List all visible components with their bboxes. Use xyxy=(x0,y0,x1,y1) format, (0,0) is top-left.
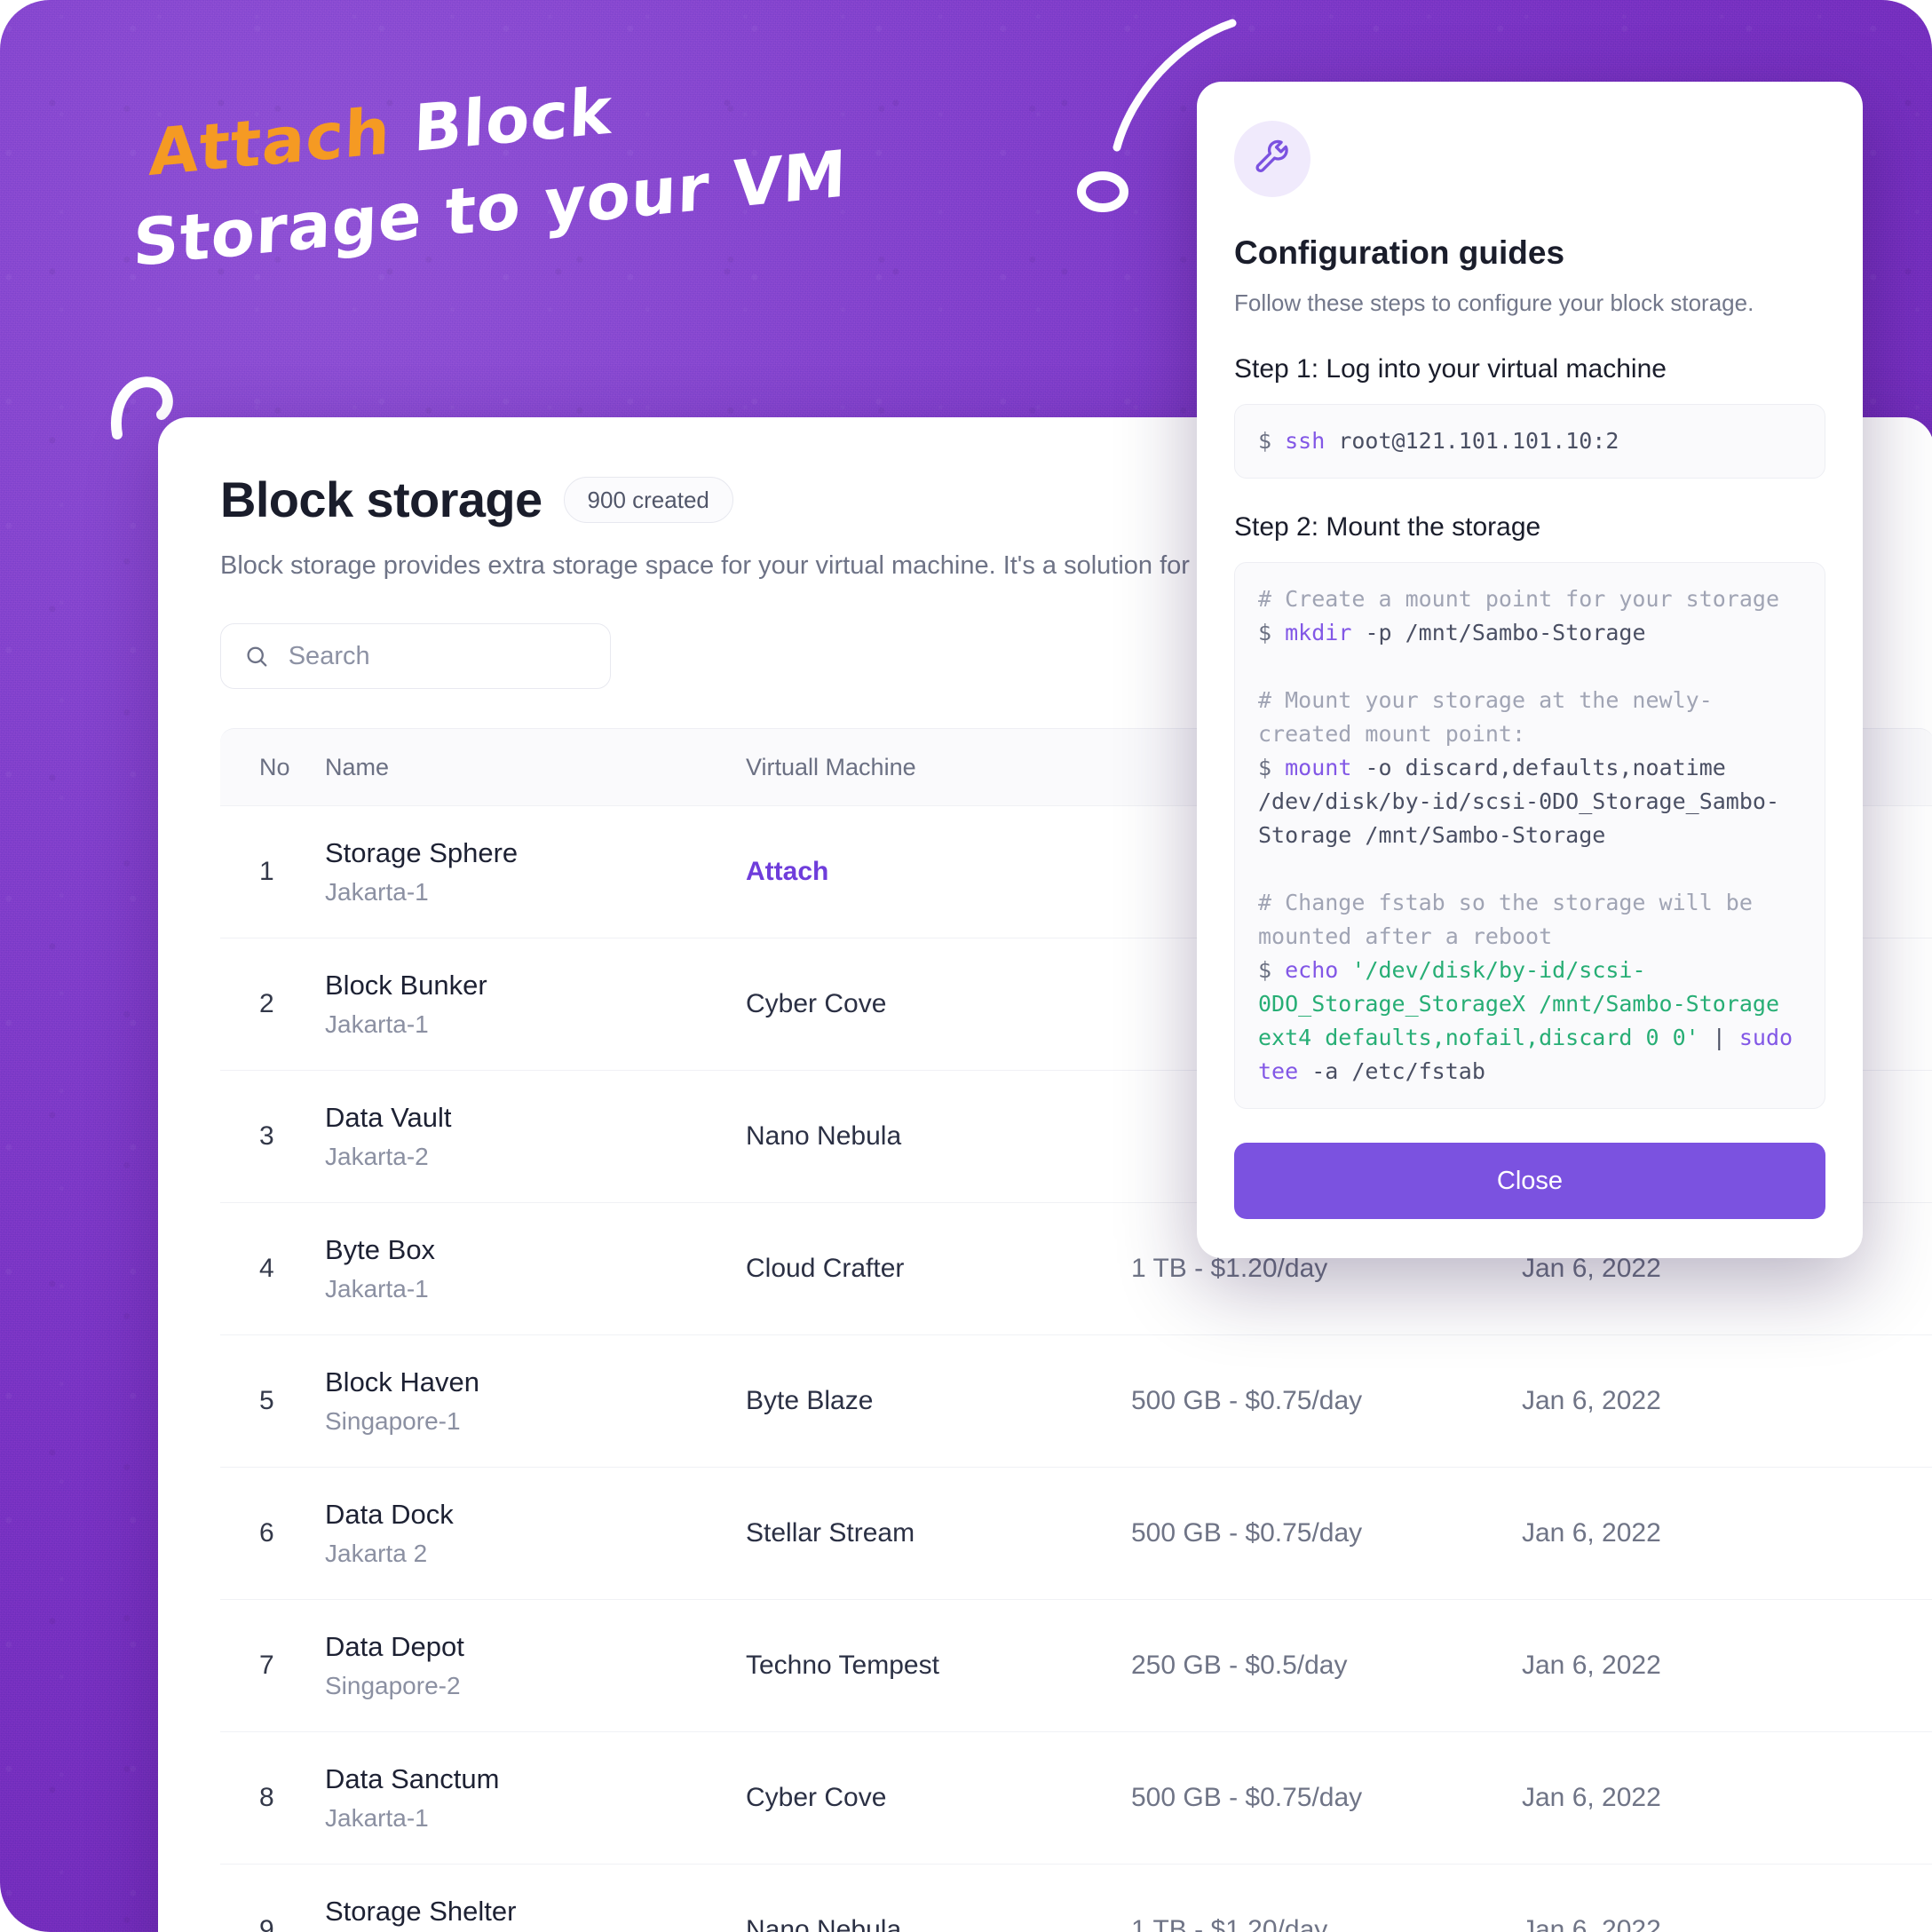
storage-name: Data Depot xyxy=(325,1631,464,1662)
storage-location: Jakarta-1 xyxy=(325,878,429,906)
cell-row-number: 7 xyxy=(259,1651,274,1680)
code-prompt-4: $ xyxy=(1258,755,1272,780)
search-icon xyxy=(247,646,267,667)
storage-location: Jakarta 2 xyxy=(325,1540,428,1567)
storage-name: Block Haven xyxy=(325,1366,480,1398)
cell-size-price: 500 GB - $0.75/day xyxy=(1131,1783,1363,1812)
cell-name: Data Vault Jakarta-2 xyxy=(325,1102,746,1171)
storage-name: Data Vault xyxy=(325,1102,452,1133)
cell-name: Data Dock Jakarta 2 xyxy=(325,1499,746,1568)
cell-size-price: 250 GB - $0.5/day xyxy=(1131,1651,1348,1680)
column-header-no: No xyxy=(259,753,290,780)
cell-name: Storage ShelterJakarta-2 xyxy=(325,1896,746,1932)
column-header-name: Name xyxy=(325,753,390,780)
code-args-ssh: root@121.101.101.10:2 xyxy=(1325,428,1619,454)
cell-row-number: 6 xyxy=(259,1518,274,1548)
code-command-ssh: ssh xyxy=(1285,428,1326,454)
cell-virtual-machine: Cyber Cove xyxy=(746,989,887,1018)
cell-virtual-machine: Cyber Cove xyxy=(746,1783,887,1812)
cell-created-date: Jan 6, 2022 xyxy=(1522,1254,1661,1283)
step-2-code-block[interactable]: # Create a mount point for your storage … xyxy=(1234,562,1825,1109)
cell-row-number: 4 xyxy=(259,1254,274,1283)
code-command-echo: echo xyxy=(1285,957,1339,983)
search-box[interactable] xyxy=(220,623,611,689)
cell-virtual-machine: Cloud Crafter xyxy=(746,1254,905,1283)
storage-location: Singapore-2 xyxy=(325,1672,461,1699)
code-comment-1: # Create a mount point for your storage xyxy=(1258,586,1779,612)
code-comment-3: # Change fstab so the storage will be mo… xyxy=(1258,890,1766,949)
code-prompt-6: $ xyxy=(1258,957,1272,983)
cell-size-price: 500 GB - $0.75/day xyxy=(1131,1518,1363,1548)
cell-name: Byte Box Jakarta-1 xyxy=(325,1234,746,1303)
cell-name: Block Haven Singapore-1 xyxy=(325,1366,746,1436)
created-count-badge: 900 created xyxy=(563,476,733,523)
step-1-code-block[interactable]: $ ssh root@121.101.101.10:2 xyxy=(1234,404,1825,479)
cell-virtual-machine: Stellar Stream xyxy=(746,1518,915,1548)
cell-row-number: 9 xyxy=(259,1915,274,1932)
cell-created-date: Jan 6, 2022 xyxy=(1522,1386,1661,1415)
code-command-mkdir: mkdir xyxy=(1285,620,1352,645)
cell-row-number: 1 xyxy=(259,857,274,886)
cell-virtual-machine: Byte Blaze xyxy=(746,1386,874,1415)
cell-size-price: 1 TB - $1.20/day xyxy=(1131,1254,1328,1283)
cell-virtual-machine: Nano Nebula xyxy=(746,1121,902,1151)
step-1-label: Step 1: Log into your virtual machine xyxy=(1234,354,1667,384)
storage-location: Jakarta-1 xyxy=(325,1010,429,1038)
cell-virtual-machine: Techno Tempest xyxy=(746,1651,939,1680)
table-row[interactable]: 5 Block Haven Singapore-1 Byte Blaze 500 GB … xyxy=(220,1334,1932,1467)
storage-location: Singapore-1 xyxy=(325,1407,461,1435)
cell-name: Storage Sphere Jakarta-1 xyxy=(325,837,746,907)
attach-link[interactable]: Attach xyxy=(746,857,1131,887)
table-row[interactable]: 9 Storage ShelterJakarta-2Nano Nebula 1 TB… xyxy=(220,1864,1932,1932)
cell-created-date: Jan 6, 2022 xyxy=(1522,1783,1661,1812)
storage-name: Data Dock xyxy=(325,1499,454,1530)
column-header-virtual-machine: Virtuall Machine xyxy=(746,753,916,780)
code-pipe: | xyxy=(1698,1025,1739,1050)
code-args-tee: -a /etc/fstab xyxy=(1298,1058,1485,1084)
storage-location: Jakarta-2 xyxy=(325,1143,429,1170)
storage-name: Data Sanctum xyxy=(325,1763,500,1794)
wrench-badge xyxy=(1234,121,1310,197)
table-row[interactable]: 7 Data Depot Singapore-2 Techno Tempest 250 … xyxy=(220,1599,1932,1731)
cell-created-date: Jan 6, 2022 xyxy=(1522,1915,1661,1932)
cell-name: Block Bunker Jakarta-1 xyxy=(325,970,746,1039)
wrench-icon xyxy=(1255,139,1288,173)
code-comment-2: # Mount your storage at the newly-create… xyxy=(1258,687,1713,747)
storage-location: Jakarta-1 xyxy=(325,1275,429,1303)
cell-size-price: 1 TB - $1.20/day xyxy=(1131,1915,1328,1932)
cell-row-number: 2 xyxy=(259,989,274,1018)
step-2-label: Step 2: Mount the storage xyxy=(1234,512,1541,542)
storage-name: Byte Box xyxy=(325,1234,436,1265)
storage-location: Jakarta-1 xyxy=(325,1804,429,1832)
screenshot-root: Attach Block Storage to your VM Block st… xyxy=(0,0,1932,1932)
storage-name: Block Bunker xyxy=(325,970,487,1001)
code-command-mount: mount xyxy=(1285,755,1352,780)
search-input[interactable] xyxy=(286,640,587,672)
cell-created-date: Jan 6, 2022 xyxy=(1522,1651,1661,1680)
cell-name: Data Depot Singapore-2 xyxy=(325,1631,746,1700)
modal-subtitle: Follow these steps to configure your blo… xyxy=(1234,289,1754,316)
code-args-mkdir: -p /mnt/Sambo-Storage xyxy=(1351,620,1646,645)
storage-name: Storage Sphere xyxy=(325,837,519,868)
cell-row-number: 3 xyxy=(259,1121,274,1151)
storage-name: Storage Shelter xyxy=(325,1896,517,1927)
cell-name: Data Sanctum Jakarta-1 xyxy=(325,1763,746,1833)
configuration-guides-modal: Configuration guides Follow these steps … xyxy=(1197,82,1863,1258)
modal-title: Configuration guides xyxy=(1234,234,1565,271)
cell-row-number: 8 xyxy=(259,1783,274,1812)
cell-size-price: 500 GB - $0.75/day xyxy=(1131,1386,1363,1415)
cell-created-date: Jan 6, 2022 xyxy=(1522,1518,1661,1548)
close-button[interactable]: Close xyxy=(1234,1143,1825,1219)
cell-virtual-machine: Nano Nebula xyxy=(746,1915,902,1932)
code-prompt: $ xyxy=(1258,428,1272,454)
table-row[interactable]: 6 Data Dock Jakarta 2 Stellar Stream 500 GB … xyxy=(220,1467,1932,1599)
cell-row-number: 5 xyxy=(259,1386,274,1415)
page-title: Block storage xyxy=(220,471,542,527)
table-row[interactable]: 8 Data Sanctum Jakarta-1 Cyber Cove 500 GB -… xyxy=(220,1731,1932,1864)
code-prompt-2: $ xyxy=(1258,620,1272,645)
